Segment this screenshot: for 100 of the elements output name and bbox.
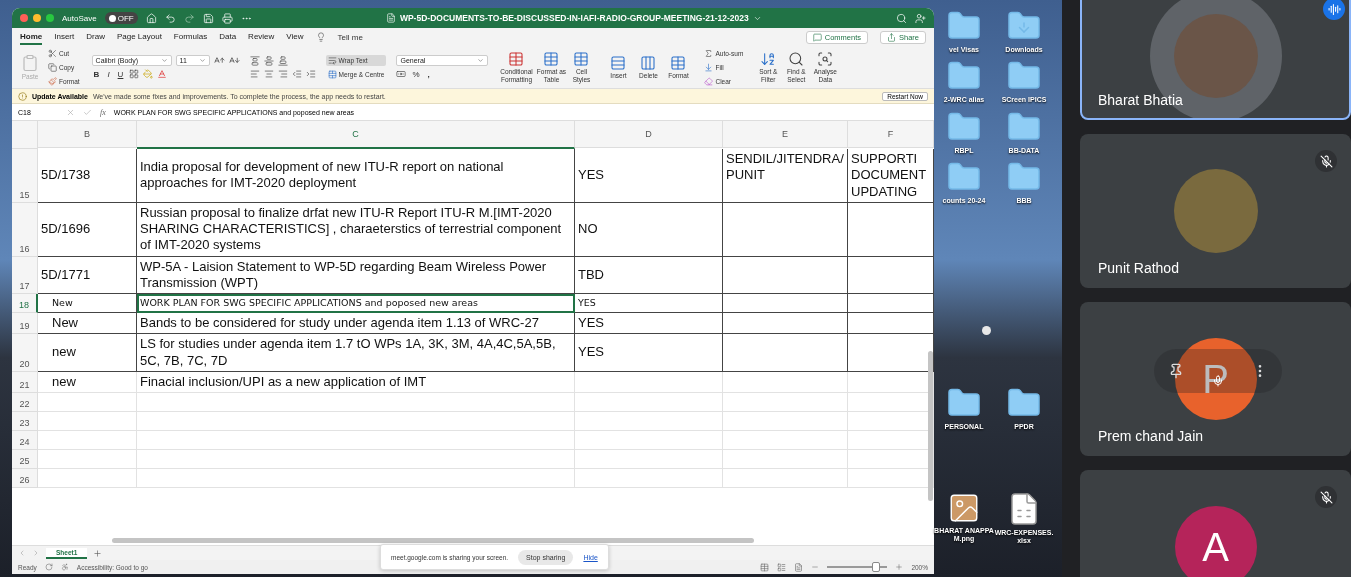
chevron-icon (477, 57, 485, 64)
ribbon-tab[interactable]: View (286, 29, 304, 45)
borders-icon (129, 69, 140, 79)
row-header[interactable]: 25 (12, 450, 38, 469)
ribbon-tab[interactable]: Formulas (173, 29, 208, 45)
percent-button[interactable]: % (410, 69, 422, 79)
row-header[interactable]: 20 (12, 334, 38, 372)
page-break-icon (794, 562, 804, 572)
column-header[interactable]: B (38, 121, 137, 148)
row-header[interactable]: 22 (12, 393, 38, 412)
participant-tile[interactable]: A (1080, 470, 1351, 577)
alert-icon (18, 91, 27, 101)
maximize-icon[interactable] (46, 14, 54, 22)
currency-icon (396, 69, 407, 79)
row-header[interactable]: 24 (12, 431, 38, 450)
participant-tile[interactable]: Bharat Bhatia (1080, 0, 1351, 120)
table-cell: LS for studies under agenda item 1.7 tO WPs 1A, 3K, 3M, 4A,4C,5A,5B, 5C, 7B, 7C, 7D (137, 334, 575, 372)
pin-icon[interactable] (1168, 363, 1184, 379)
ribbon-tab[interactable]: Page Layout (116, 29, 162, 45)
horizontal-scrollbar[interactable] (112, 538, 754, 543)
align-top-icon (249, 55, 260, 66)
autosave-toggle[interactable]: OFF (104, 12, 138, 24)
chevron-icon (198, 57, 206, 64)
table-icon (670, 54, 687, 71)
participant-tile[interactable]: P Prem chand Jain (1080, 302, 1351, 456)
table-cell: NO (575, 202, 723, 257)
table-cell: Russian proposal to finalize drfat new ITU-R Report ITU-R M.[IMT-2020 SHARING CHARACTERISTICS] , charaeterstics of terrestrial component of IMT-2020 systems (137, 202, 575, 257)
tell-me-label[interactable]: Tell me (337, 32, 363, 42)
table-cell: Bands to be considered for study under agenda item 1.13 of WRC-27 (137, 313, 575, 335)
bold-button[interactable]: B (91, 69, 102, 79)
table-cell: YES (575, 334, 723, 372)
fill-down-icon (704, 62, 714, 72)
row-header[interactable]: 21 (12, 371, 38, 393)
close-icon[interactable] (20, 14, 28, 22)
row-header[interactable]: 15 (12, 149, 38, 203)
column-header[interactable]: E (723, 121, 848, 148)
accessibility-icon (60, 563, 69, 571)
table-cell: SUPPORTI DOCUMENT UPDATING (848, 149, 934, 203)
clipboard-icon (21, 53, 39, 72)
indent-icon (305, 68, 316, 79)
zoom-in-icon (895, 563, 904, 571)
table-cell: Finacial inclusion/UPI as a new application of IMT (137, 371, 575, 393)
sigma-icon (704, 48, 714, 58)
column-header[interactable]: C (137, 121, 575, 149)
table-cell: new (38, 371, 137, 393)
row-header[interactable]: 18 (12, 294, 38, 313)
grow-font-icon (213, 55, 225, 66)
row-header[interactable]: 17 (12, 256, 38, 294)
mic-icon[interactable] (1212, 375, 1224, 387)
fill-color-icon (143, 69, 154, 79)
italic-button[interactable]: I (105, 69, 112, 79)
moon-drawing (982, 325, 991, 335)
table-cell: WORK PLAN FOR SWG SPECIFIC APPLICATIONS and poposed new areas (137, 294, 575, 313)
undo-icon (164, 12, 176, 24)
ribbon-tab[interactable]: Draw (86, 29, 105, 45)
ribbon-tab[interactable]: Home (20, 29, 43, 45)
align-bottom-icon (277, 55, 288, 66)
table-icon (573, 51, 590, 68)
shrink-font-icon (228, 55, 240, 66)
table-cell: SENDIL/JITENDRA/PUNIT (723, 149, 848, 203)
wrap-icon (327, 55, 337, 65)
letter-avatar: P (1174, 338, 1257, 420)
table-icon (508, 51, 525, 68)
chevron-icon (160, 57, 168, 64)
autosave-label: AutoSave (62, 13, 97, 23)
ribbon-tab[interactable]: Review (248, 29, 275, 45)
letter-avatar: A (1174, 506, 1257, 577)
print-icon (221, 12, 233, 24)
participant-name: Bharat Bhatia (1098, 92, 1183, 108)
participant-tile[interactable]: Punit Rathod (1080, 134, 1351, 288)
column-header[interactable]: D (575, 121, 723, 148)
underline-button[interactable]: U (115, 69, 126, 79)
font-color-icon (157, 69, 168, 79)
table-cell: YES (575, 294, 723, 313)
previous-sheet-icon (18, 549, 26, 557)
vertical-scrollbar[interactable] (928, 351, 933, 501)
table-cell: 5D/1738 (38, 149, 137, 203)
page-layout-icon (777, 562, 787, 572)
zoom-thumb[interactable] (872, 562, 881, 572)
column-header[interactable]: F (848, 121, 934, 148)
table-cell: 5D/1771 (38, 256, 137, 294)
copy-icon (48, 62, 57, 72)
row-header[interactable]: 19 (12, 313, 38, 335)
comma-button[interactable]: , (425, 69, 432, 79)
row-header[interactable]: 23 (12, 412, 38, 431)
macro-icon (44, 563, 53, 571)
table-cell: TBD (575, 256, 723, 294)
row-header[interactable]: 26 (12, 469, 38, 488)
ribbon-tab[interactable]: Data (219, 29, 237, 45)
table-cell: WP-5A - Laision Statement to WP-5D regarding Beam Wireless Power Transmission (WPT) (137, 256, 575, 294)
scissors-icon (48, 48, 57, 58)
ribbon-tab[interactable]: Insert (54, 29, 75, 45)
align-right-icon (277, 68, 288, 79)
fx-label: fx (100, 107, 106, 117)
participant-name: Punit Rathod (1098, 260, 1179, 276)
row-header[interactable]: 16 (12, 202, 38, 257)
align-left-icon (249, 68, 260, 79)
align-middle-icon (263, 55, 274, 66)
minimize-icon[interactable] (33, 14, 41, 22)
person-plus-icon (915, 12, 926, 24)
